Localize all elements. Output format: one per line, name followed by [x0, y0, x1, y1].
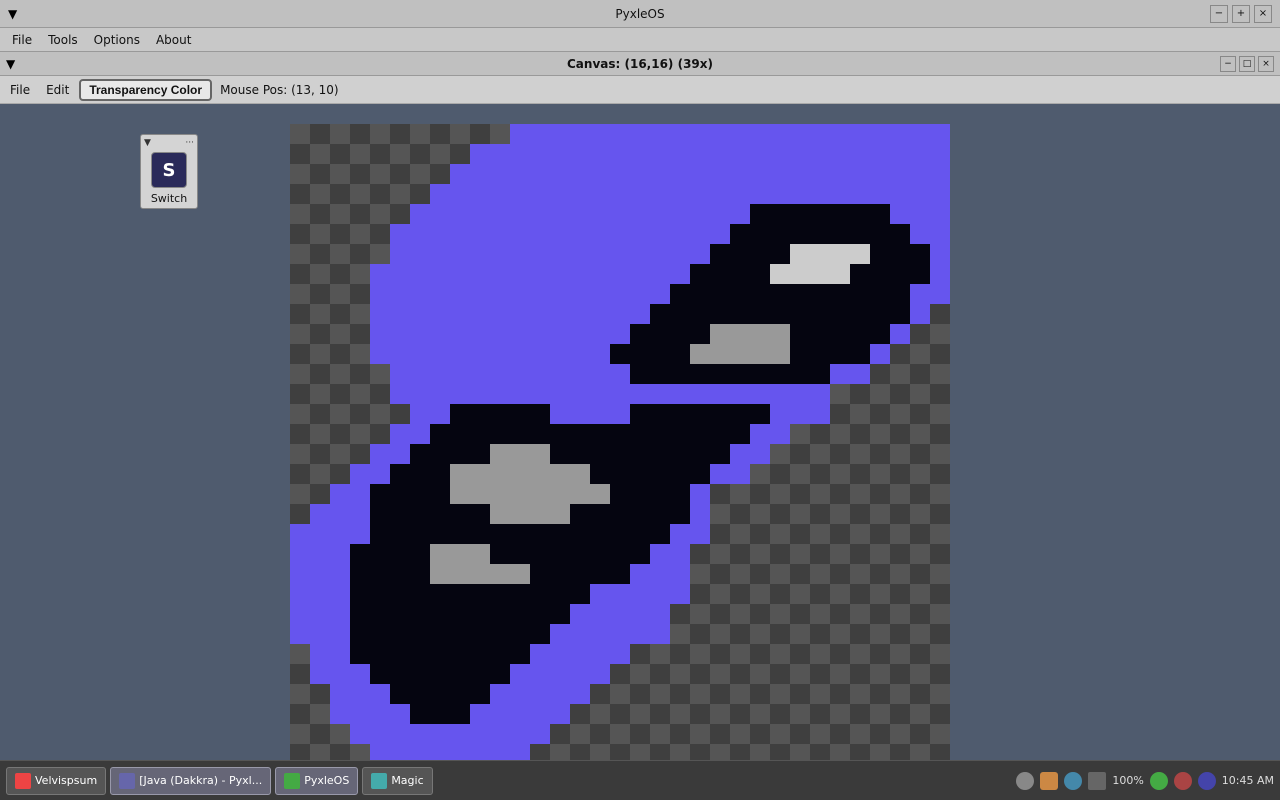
canvas-toolbar: File Edit Transparency Color Mouse Pos: … [0, 76, 1280, 104]
taskbar-velvispsum-icon [15, 773, 31, 789]
canvas-area: ▼ ··· S Switch [0, 104, 1280, 760]
minimize-button[interactable]: − [1210, 5, 1228, 23]
taskbar-pyxleos[interactable]: PyxleOS [275, 767, 358, 795]
tool-panel: ▼ ··· S Switch [140, 134, 200, 209]
canvas-close-button[interactable]: × [1258, 56, 1274, 72]
menu-file[interactable]: File [4, 31, 40, 49]
sys-tray-browser-icon [1198, 772, 1216, 790]
sys-tray: 100% 10:45 AM [1016, 772, 1274, 790]
app-title: PyxleOS [615, 7, 664, 21]
taskbar-velvispsum[interactable]: Velvispsum [6, 767, 106, 795]
canvas-title: Canvas: (16,16) (39x) [567, 57, 713, 71]
canvas-title-controls: − □ × [1220, 56, 1274, 72]
taskbar-magic-icon [371, 773, 387, 789]
mouse-position: Mouse Pos: (13, 10) [220, 83, 339, 97]
switch-tool-widget: ▼ ··· S Switch [140, 134, 198, 209]
menu-bar: File Tools Options About [0, 28, 1280, 52]
canvas-edit-menu[interactable]: Edit [40, 81, 75, 99]
canvas-file-menu[interactable]: File [4, 81, 36, 99]
canvas-maximize-button[interactable]: □ [1239, 56, 1255, 72]
taskbar-pyxleos-icon [284, 773, 300, 789]
title-bar-left: ▼ [8, 7, 17, 21]
sys-tray-time: 10:45 AM [1222, 774, 1274, 787]
taskbar-java-label: [Java (Dakkra) - Pyxl... [139, 774, 262, 787]
switch-tool-label: Switch [151, 192, 187, 205]
taskbar-magic-label: Magic [391, 774, 423, 787]
title-bar: ▼ PyxleOS − + × [0, 0, 1280, 28]
close-button[interactable]: × [1254, 5, 1272, 23]
sys-tray-battery-percent: 100% [1112, 774, 1143, 787]
sys-tray-user-icon [1016, 772, 1034, 790]
title-bar-controls: − + × [1210, 5, 1272, 23]
maximize-button[interactable]: + [1232, 5, 1250, 23]
sys-tray-battery-icon [1088, 772, 1106, 790]
title-dropdown-icon[interactable]: ▼ [8, 7, 17, 21]
menu-about[interactable]: About [148, 31, 199, 49]
switch-tool-letter: S [163, 160, 176, 181]
tool-widget-dots-icon: ··· [185, 138, 194, 148]
sys-tray-edit-icon [1040, 772, 1058, 790]
tool-widget-dropdown-icon[interactable]: ▼ [144, 138, 151, 148]
menu-tools[interactable]: Tools [40, 31, 86, 49]
canvas-minimize-button[interactable]: − [1220, 56, 1236, 72]
taskbar: Velvispsum [Java (Dakkra) - Pyxl... Pyxl… [0, 760, 1280, 800]
canvas-window: ▼ Canvas: (16,16) (39x) − □ × File Edit … [0, 52, 1280, 760]
sys-tray-security-icon [1174, 772, 1192, 790]
taskbar-magic[interactable]: Magic [362, 767, 432, 795]
sys-tray-network-icon [1150, 772, 1168, 790]
menu-options[interactable]: Options [86, 31, 148, 49]
canvas-dropdown-icon[interactable]: ▼ [6, 57, 15, 71]
transparency-color-button[interactable]: Transparency Color [79, 79, 212, 101]
canvas-title-bar: ▼ Canvas: (16,16) (39x) − □ × [0, 52, 1280, 76]
switch-tool-icon[interactable]: S [151, 152, 187, 188]
tool-widget-header: ▼ ··· [144, 138, 194, 148]
sys-tray-sound-icon [1064, 772, 1082, 790]
taskbar-right: 100% 10:45 AM [1016, 772, 1274, 790]
taskbar-velvispsum-label: Velvispsum [35, 774, 97, 787]
taskbar-java[interactable]: [Java (Dakkra) - Pyxl... [110, 767, 271, 795]
canvas-title-left: ▼ [6, 57, 15, 71]
pixel-canvas-container[interactable] [290, 124, 950, 784]
pixel-canvas[interactable] [290, 124, 950, 784]
taskbar-java-icon [119, 773, 135, 789]
taskbar-pyxleos-label: PyxleOS [304, 774, 349, 787]
